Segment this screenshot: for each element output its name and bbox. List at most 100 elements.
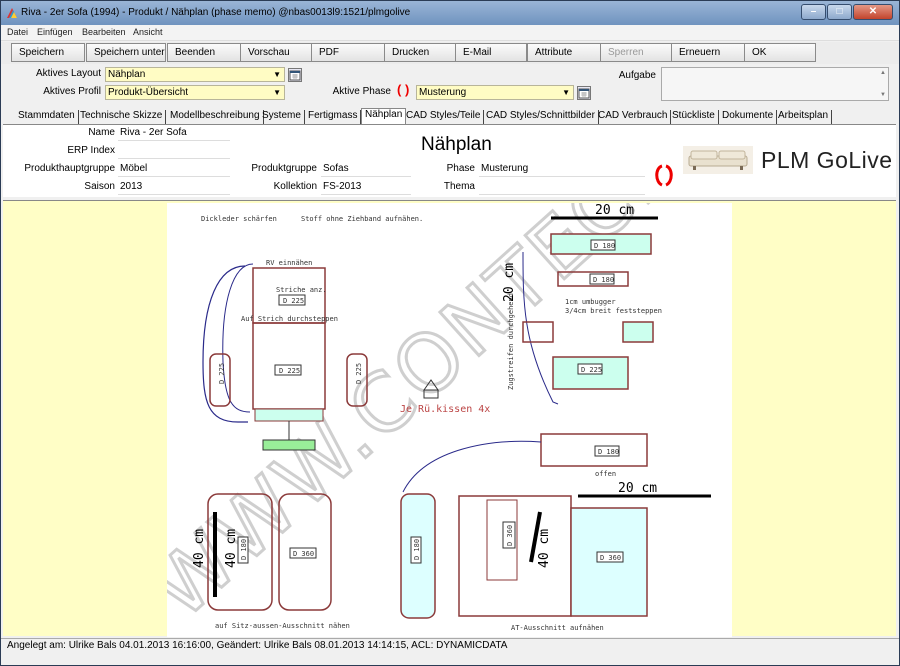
erp-index-label: ERP Index bbox=[67, 145, 115, 156]
tab-cad-verbrauch[interactable]: CAD Verbrauch bbox=[595, 110, 672, 124]
tab-technische-skizze[interactable]: Technische Skizze bbox=[77, 110, 167, 124]
erp-index-value[interactable] bbox=[118, 144, 230, 159]
label-d225-right-group: D 225 bbox=[581, 366, 602, 374]
label-offen: offen bbox=[595, 470, 616, 478]
active-phase-value: Musterung bbox=[419, 87, 467, 98]
tab-stammdaten[interactable]: Stammdaten bbox=[15, 110, 79, 124]
scroll-down-icon[interactable]: ▼ bbox=[880, 92, 886, 98]
renew-button[interactable]: Erneuern bbox=[671, 43, 745, 62]
sewing-plan-drawing: WWW.CONTEC.PL Dickleder schärfen Stoff o… bbox=[167, 203, 732, 637]
active-layout-value: Nähplan bbox=[108, 69, 146, 80]
label-rv: RV einnähen bbox=[266, 259, 312, 267]
sewing-plan-area: WWW.CONTEC.PL Dickleder schärfen Stoff o… bbox=[3, 200, 896, 637]
close-button[interactable]: ✕ bbox=[853, 4, 893, 20]
menu-datei[interactable]: Datei bbox=[7, 27, 28, 37]
attributes-button[interactable]: Attribute bbox=[527, 43, 601, 62]
label-d180-d: D 180 bbox=[240, 539, 248, 560]
note-leather: Dickleder schärfen bbox=[201, 215, 277, 223]
season-value[interactable]: 2013 bbox=[118, 180, 230, 195]
label-breit: 3/4cm breit feststeppen bbox=[565, 307, 662, 315]
label-40cm-c: 40 cm bbox=[537, 529, 552, 568]
label-d360-c: D 360 bbox=[600, 554, 621, 562]
refresh-icon[interactable] bbox=[653, 163, 675, 189]
product-header: Name Riva - 2er Sofa ERP Index Produktha… bbox=[3, 124, 896, 197]
print-button[interactable]: Drucken bbox=[384, 43, 456, 62]
active-layout-select[interactable]: Nähplan ▼ bbox=[105, 67, 285, 82]
phase-label: Phase bbox=[446, 163, 475, 174]
status-bar: Angelegt am: Ulrike Bals 04.01.2013 16:1… bbox=[1, 638, 899, 654]
active-phase-label: Aktive Phase bbox=[332, 86, 391, 97]
chevron-down-icon: ▼ bbox=[562, 88, 570, 97]
season-label: Saison bbox=[84, 181, 115, 192]
refresh-phase-icon[interactable]: ( ) bbox=[397, 82, 409, 97]
menu-bearbeiten[interactable]: Bearbeiten bbox=[82, 27, 126, 37]
main-product-group-label: Produkthauptgruppe bbox=[24, 163, 115, 174]
tab-fertigmass[interactable]: Fertigmass bbox=[305, 110, 362, 124]
product-group-value[interactable]: Sofas bbox=[321, 162, 411, 177]
phase-calendar-icon[interactable] bbox=[577, 86, 591, 100]
email-button[interactable]: E-Mail bbox=[455, 43, 527, 62]
theme-value[interactable] bbox=[479, 180, 645, 195]
tab-modellbeschreibung[interactable]: Modellbeschreibung bbox=[167, 110, 264, 124]
brand-logo: PLM GoLive bbox=[761, 147, 893, 173]
label-sitz: auf Sitz-aussen-Ausschnitt nähen bbox=[215, 622, 350, 630]
name-value[interactable]: Riva - 2er Sofa bbox=[118, 126, 230, 141]
ok-button[interactable]: OK bbox=[744, 43, 816, 62]
tab-bar: Stammdaten Technische Skizze Modellbesch… bbox=[15, 108, 845, 124]
app-icon bbox=[7, 8, 17, 18]
tab-cad-styles-schnittbilder[interactable]: CAD Styles/Schnittbilder bbox=[483, 110, 599, 124]
layout-calendar-icon[interactable] bbox=[288, 68, 302, 82]
maximize-button[interactable]: □ bbox=[827, 4, 852, 20]
collection-value[interactable]: FS-2013 bbox=[321, 180, 411, 195]
active-profile-select[interactable]: Produkt-Übersicht ▼ bbox=[105, 85, 285, 100]
active-profile-label: Aktives Profil bbox=[43, 86, 101, 97]
lock-button[interactable]: Sperren bbox=[600, 43, 672, 62]
label-d360-b: D 360 bbox=[506, 525, 514, 546]
label-20cm-top: 20 cm bbox=[595, 203, 634, 218]
label-striche: Striche anz. bbox=[276, 286, 327, 294]
main-product-group-value[interactable]: Möbel bbox=[118, 162, 230, 177]
task-textarea[interactable]: ▲ ▼ bbox=[661, 67, 889, 101]
active-layout-label: Aktives Layout bbox=[35, 68, 101, 79]
name-label: Name bbox=[88, 127, 115, 138]
active-phase-select[interactable]: Musterung ▼ bbox=[416, 85, 574, 100]
tab-systeme[interactable]: Systeme bbox=[259, 110, 305, 124]
pdf-button[interactable]: PDF bbox=[311, 43, 385, 62]
menu-bar: Datei Einfügen Bearbeiten Ansicht bbox=[1, 25, 899, 41]
label-20cm-vertical: 20 cm bbox=[502, 263, 517, 302]
label-at-ausschnitt: AT-Ausschnitt aufnähen bbox=[511, 624, 604, 632]
label-d225-mid: D 225 bbox=[279, 367, 300, 375]
title-bar[interactable]: Riva - 2er Sofa (1994) - Produkt / Nähpl… bbox=[1, 1, 899, 25]
label-d180-e: D 180 bbox=[413, 539, 421, 560]
task-label: Aufgabe bbox=[618, 70, 656, 81]
window-title: Riva - 2er Sofa (1994) - Produkt / Nähpl… bbox=[21, 7, 411, 18]
label-40cm-b: 40 cm bbox=[224, 529, 239, 568]
menu-ansicht[interactable]: Ansicht bbox=[133, 27, 163, 37]
product-thumbnail bbox=[683, 146, 753, 174]
tab-dokumente[interactable]: Dokumente bbox=[719, 110, 778, 124]
exit-button[interactable]: Beenden bbox=[167, 43, 241, 62]
note-fabric: Stoff ohne Ziehband aufnähen. bbox=[301, 215, 423, 223]
active-profile-value: Produkt-Übersicht bbox=[108, 87, 189, 98]
label-d180-a: D 180 bbox=[594, 242, 615, 250]
product-group-label: Produktgruppe bbox=[251, 163, 317, 174]
phase-value[interactable]: Musterung bbox=[479, 162, 645, 177]
menu-einfuegen[interactable]: Einfügen bbox=[37, 27, 73, 37]
tab-cad-styles-teile[interactable]: CAD Styles/Teile bbox=[403, 110, 485, 124]
theme-label: Thema bbox=[443, 181, 475, 192]
application-window: Riva - 2er Sofa (1994) - Produkt / Nähpl… bbox=[0, 0, 900, 666]
save-as-button[interactable]: Speichern unter bbox=[86, 43, 166, 62]
tab-stueckliste[interactable]: Stückliste bbox=[669, 110, 719, 124]
scroll-up-icon[interactable]: ▲ bbox=[880, 70, 886, 76]
collection-label: Kollektion bbox=[273, 181, 317, 192]
toolbar: Speichern Speichern unter Beenden Vorsch… bbox=[1, 42, 899, 64]
label-20cm-mid: 20 cm bbox=[618, 481, 657, 496]
tab-arbeitsplan[interactable]: Arbeitsplan bbox=[775, 110, 833, 124]
label-umbugger: 1cm umbugger bbox=[565, 298, 616, 306]
page-title: Nähplan bbox=[421, 134, 492, 155]
preview-button[interactable]: Vorschau bbox=[240, 43, 312, 62]
tab-naehplan[interactable]: Nähplan bbox=[361, 108, 407, 124]
minimize-button[interactable]: – bbox=[801, 4, 826, 20]
save-button[interactable]: Speichern bbox=[11, 43, 85, 62]
label-d225-left: D 225 bbox=[218, 363, 226, 384]
